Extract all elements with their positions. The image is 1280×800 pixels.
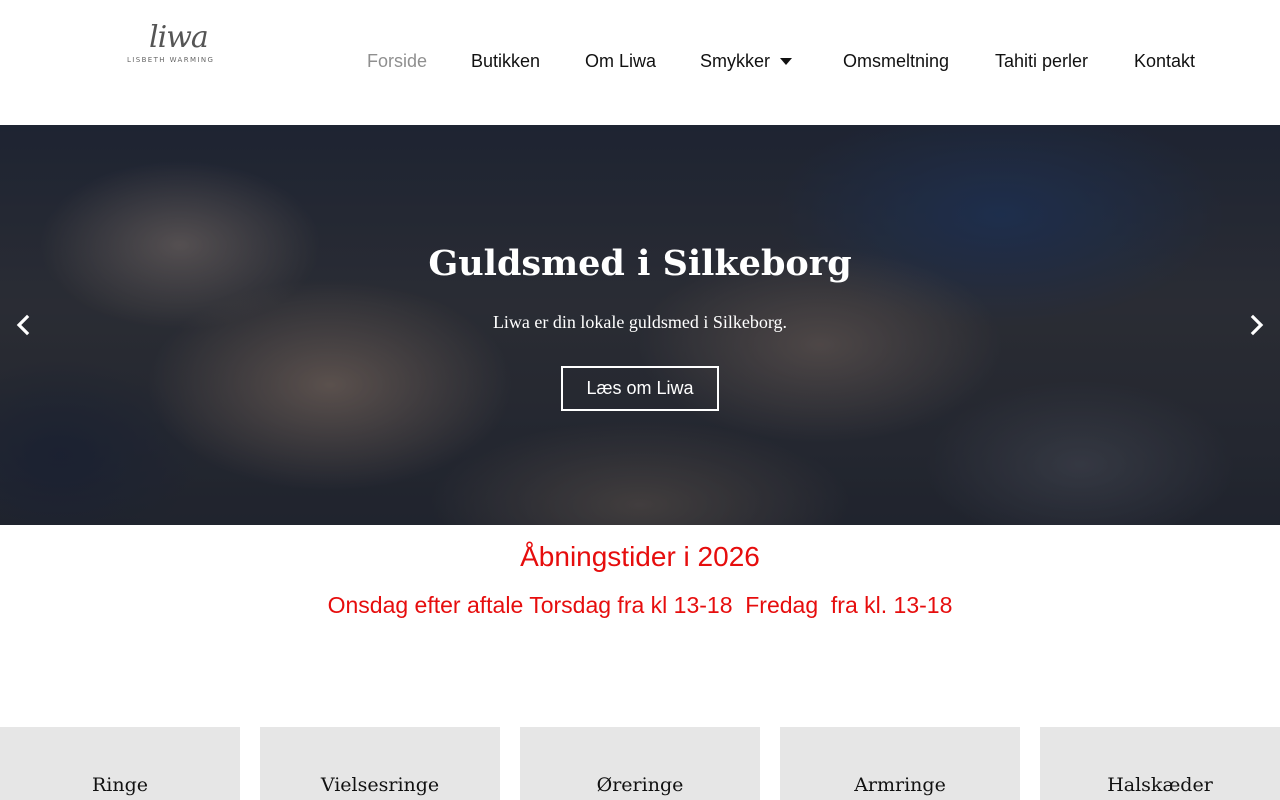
nav-item-butikken[interactable]: Butikken xyxy=(471,50,540,72)
category-label: Halskæder xyxy=(1107,774,1213,796)
read-about-liwa-button[interactable]: Læs om Liwa xyxy=(561,366,719,411)
site-header: liwa LISBETH WARMING Forside Butikken Om… xyxy=(0,0,1280,125)
category-vielsesringe[interactable]: Vielsesringe xyxy=(260,727,500,800)
liwa-logo[interactable]: liwa LISBETH WARMING xyxy=(127,22,221,66)
opening-hours-text: Onsdag efter aftale Torsdag fra kl 13-18… xyxy=(327,592,953,618)
nav-item-omsmeltning[interactable]: Omsmeltning xyxy=(843,50,949,72)
main-nav: Forside Butikken Om Liwa Smykker Omsmelt… xyxy=(345,0,1218,125)
chevron-right-icon[interactable] xyxy=(1246,310,1268,340)
nav-item-tahiti-perler[interactable]: Tahiti perler xyxy=(995,50,1088,72)
category-label: Vielsesringe xyxy=(320,774,440,796)
category-oreringe[interactable]: Øreringe xyxy=(520,727,760,800)
nav-item-smykker-label: Smykker xyxy=(700,51,771,71)
hero-slider: Guldsmed i Silkeborg Liwa er din lokale … xyxy=(0,125,1280,525)
category-label: Ringe xyxy=(91,774,149,796)
category-ringe[interactable]: Ringe xyxy=(0,727,240,800)
category-halskaeder[interactable]: Halskæder xyxy=(1040,727,1280,800)
category-armringe[interactable]: Armringe xyxy=(780,727,1020,800)
logo-subtitle: LISBETH WARMING xyxy=(127,56,215,64)
category-label: Øreringe xyxy=(596,774,684,796)
nav-item-kontakt[interactable]: Kontakt xyxy=(1134,50,1195,72)
hero-title: Guldsmed i Silkeborg xyxy=(428,243,852,284)
caret-down-icon xyxy=(780,58,793,65)
opening-hours-title: Åbningstider i 2026 xyxy=(520,541,760,572)
nav-item-forside[interactable]: Forside xyxy=(367,50,427,72)
nav-item-smykker[interactable]: Smykker xyxy=(700,50,793,72)
nav-item-om-liwa[interactable]: Om Liwa xyxy=(585,50,656,72)
category-label: Armringe xyxy=(854,774,946,796)
logo-script: liwa xyxy=(149,20,209,55)
hero-subtitle: Liwa er din lokale guldsmed i Silkeborg. xyxy=(492,312,788,332)
